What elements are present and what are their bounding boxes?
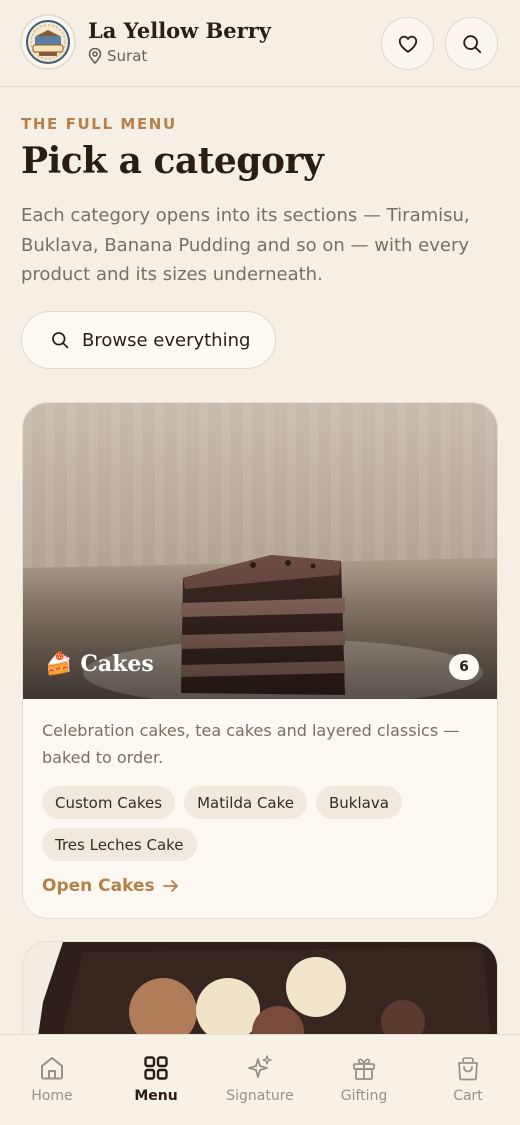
nav-label: Menu <box>134 1088 178 1104</box>
location-text: Surat <box>107 47 148 65</box>
search-button[interactable] <box>445 17 498 70</box>
bakery-logo-icon <box>26 20 70 64</box>
nav-label: Signature <box>226 1088 294 1104</box>
category-name: Cakes <box>80 651 154 677</box>
bottom-nav: Home Menu Signature Gifting Cart <box>0 1034 520 1125</box>
section-chip[interactable]: Custom Cakes <box>42 786 176 819</box>
nav-gifting[interactable]: Gifting <box>312 1035 416 1125</box>
category-description: Celebration cakes, tea cakes and layered… <box>42 721 460 767</box>
cake-emoji-icon: 🍰 <box>45 651 73 677</box>
nav-home[interactable]: Home <box>0 1035 104 1125</box>
open-category-label: Open Cakes <box>42 876 155 896</box>
section-count-badge: 6 <box>449 654 479 680</box>
category-title: 🍰 Cakes <box>45 651 154 677</box>
browse-everything-button[interactable]: Browse everything <box>21 311 276 369</box>
brand-logo[interactable] <box>20 14 76 70</box>
nav-label: Home <box>31 1088 73 1104</box>
gift-icon <box>353 1058 375 1080</box>
home-icon <box>41 1057 63 1080</box>
nav-label: Gifting <box>340 1088 388 1104</box>
brand-name: La Yellow Berry <box>88 18 272 43</box>
nav-label: Cart <box>453 1088 483 1104</box>
grid-icon <box>144 1056 168 1080</box>
heart-icon <box>398 35 417 53</box>
category-card-cakes[interactable]: 🍰 Cakes 6 Celebration cakes, tea cakes a… <box>22 402 498 919</box>
nav-cart[interactable]: Cart <box>416 1035 520 1125</box>
app-header: La Yellow Berry Surat <box>0 0 520 87</box>
page-title: Pick a category <box>21 140 324 182</box>
open-category-link[interactable]: Open Cakes <box>42 876 179 896</box>
page-description: Each category opens into its sections — … <box>21 205 470 285</box>
section-chip[interactable]: Buklava <box>316 786 402 819</box>
arrow-right-icon <box>162 880 178 892</box>
shopping-bag-icon <box>458 1057 478 1081</box>
nav-menu[interactable]: Menu <box>104 1035 208 1125</box>
section-chip[interactable]: Tres Leches Cake <box>42 828 197 861</box>
nav-signature[interactable]: Signature <box>208 1035 312 1125</box>
search-icon <box>52 332 69 349</box>
map-pin-icon <box>88 48 102 64</box>
section-chip[interactable]: Matilda Cake <box>184 786 307 819</box>
brand-location: Surat <box>88 47 147 65</box>
search-icon <box>462 34 481 53</box>
section-chips: Custom Cakes Matilda Cake Buklava Tres L… <box>42 786 482 861</box>
favorites-button[interactable] <box>381 17 434 70</box>
section-eyebrow: THE FULL MENU <box>21 115 177 133</box>
sparkle-icon <box>248 1055 272 1078</box>
browse-everything-label: Browse everything <box>82 329 251 351</box>
